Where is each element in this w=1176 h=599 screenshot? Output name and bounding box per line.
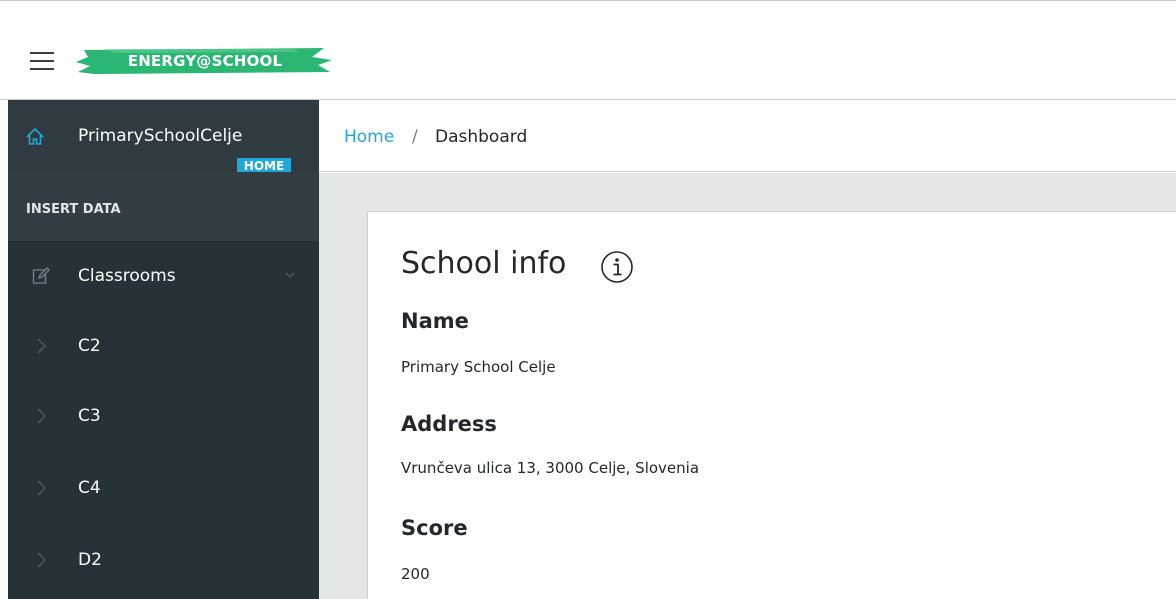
edit-icon: [32, 267, 50, 284]
hamburger-menu-icon[interactable]: [30, 52, 54, 70]
sidebar-item-label: Classrooms: [78, 266, 176, 286]
breadcrumb-separator: /: [412, 127, 418, 147]
sidebar-section-title: INSERT DATA: [26, 202, 121, 217]
address-value: Vrunčeva ulica 13, 3000 Celje, Slovenia: [401, 459, 700, 477]
school-info-card: School info Name Primary School Celje Ad…: [367, 211, 1176, 599]
chevron-right-icon: [37, 408, 46, 424]
info-icon[interactable]: [600, 250, 634, 284]
breadcrumb-current: Dashboard: [435, 127, 528, 147]
breadcrumb: Home / Dashboard: [319, 100, 1176, 172]
sidebar-item-c2[interactable]: C2: [8, 311, 319, 381]
chevron-down-icon: [285, 272, 295, 278]
sidebar-section-insert-data: INSERT DATA: [8, 172, 319, 241]
chevron-right-icon: [37, 338, 46, 354]
hamburger-line: [30, 60, 54, 62]
card-title: School info: [401, 246, 567, 281]
sidebar-item-d2[interactable]: D2: [8, 525, 319, 595]
sidebar-item-label: C3: [78, 406, 101, 426]
chevron-right-icon: [37, 552, 46, 568]
school-name-label: PrimarySchoolCelje: [78, 126, 243, 146]
sidebar-item-label: C2: [78, 336, 101, 356]
score-value: 200: [401, 565, 430, 583]
logo-text: ENERGY@SCHOOL: [127, 52, 283, 70]
sidebar: PrimarySchoolCelje HOME INSERT DATA Clas…: [8, 100, 319, 599]
top-navbar: ENERGY@SCHOOL: [0, 0, 1176, 100]
sidebar-item-c4[interactable]: C4: [8, 453, 319, 523]
name-label: Name: [401, 309, 469, 333]
address-label: Address: [401, 412, 497, 436]
chevron-right-icon: [37, 480, 46, 496]
hamburger-line: [30, 68, 54, 70]
sidebar-item-label: D2: [78, 550, 102, 570]
energy-at-school-logo[interactable]: ENERGY@SCHOOL: [74, 46, 336, 76]
main-content: School info Name Primary School Celje Ad…: [319, 173, 1176, 599]
breadcrumb-home-link[interactable]: Home: [344, 127, 394, 147]
sidebar-item-classrooms[interactable]: Classrooms: [8, 241, 319, 311]
sidebar-item-label: C4: [78, 478, 101, 498]
home-icon: [26, 127, 44, 145]
sidebar-item-school-home[interactable]: PrimarySchoolCelje HOME: [8, 100, 319, 175]
name-value: Primary School Celje: [401, 358, 556, 376]
sidebar-item-c3[interactable]: C3: [8, 381, 319, 451]
hamburger-line: [30, 52, 54, 54]
score-label: Score: [401, 516, 468, 540]
